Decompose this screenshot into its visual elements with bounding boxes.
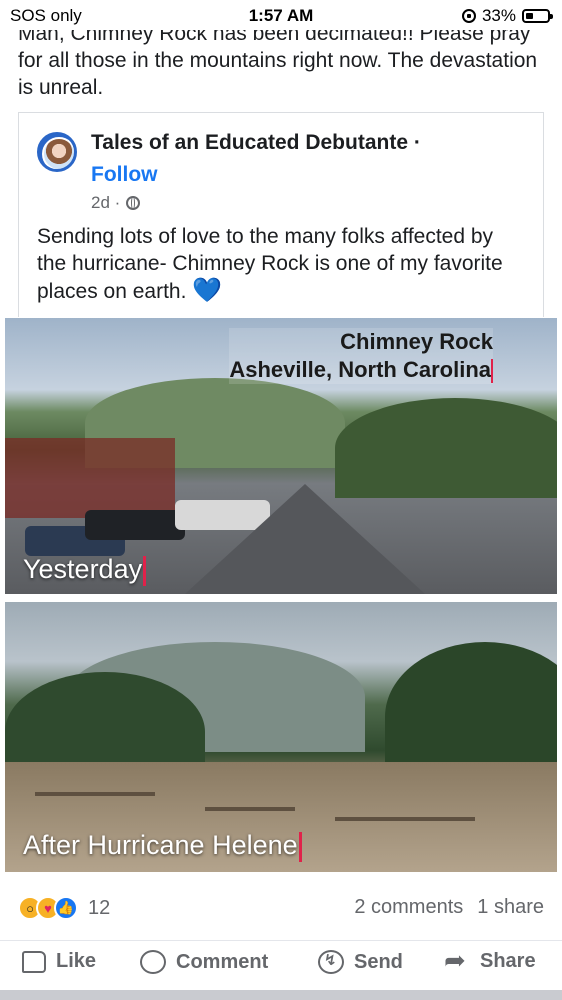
mountain-shape [335,398,557,498]
battery-percent: 33% [481,6,516,25]
shared-post-card[interactable]: Tales of an Educated Debutante · Follow … [18,112,544,317]
debris [335,817,475,821]
photo-title-line2: Asheville, North Carolina [229,357,491,382]
comment-button[interactable]: Comment [140,950,268,974]
reactions-summary[interactable]: ○ ♥ 👍 12 [18,896,110,920]
post-time[interactable]: 2d · [91,193,120,213]
photo-caption-after: After Hurricane Helene [23,830,302,862]
caption-text: After Hurricane Helene [23,830,298,860]
car-shape [85,510,185,540]
share-arrow-icon [444,945,470,976]
shared-post-text: Sending lots of love to the many folks a… [37,223,527,305]
comment-bubble-icon [140,950,166,974]
battery-icon [522,9,553,23]
post-text: Man, Chimney Rock has been decimated!! P… [18,22,538,99]
share-label: Share [480,950,536,972]
divider [0,940,562,941]
status-bar: SOS only 1:57 AM 33% [0,0,562,30]
shares-count[interactable]: 1 share [477,896,544,919]
photo-title: Chimney Rock Asheville, North Carolina [229,328,493,384]
caption-text: Yesterday [23,554,143,584]
like-label: Like [56,950,97,972]
follow-button[interactable]: Follow [91,163,158,187]
status-icons: 33% [461,6,553,26]
bottom-separator [0,990,562,1000]
blue-heart-emoji: 💙 [192,277,223,304]
page-name[interactable]: Tales of an Educated Debutante · [91,131,421,155]
photo-caption-yesterday: Yesterday [23,554,147,586]
page-avatar[interactable] [37,132,77,172]
reaction-count: 12 [88,896,111,919]
shared-post-body: Sending lots of love to the many folks a… [37,225,503,303]
comments-count[interactable]: 2 comments [354,896,463,919]
send-button[interactable]: Send [318,950,403,974]
post-meta: 2d · [91,193,141,213]
like-button[interactable]: Like [22,950,96,973]
messenger-icon [318,950,344,974]
road [185,484,425,594]
debris [35,792,155,796]
debris [205,807,295,811]
action-bar: Like Comment Send Share [0,942,562,986]
share-button[interactable]: Share [444,945,536,976]
storefronts [5,438,175,518]
photo-after[interactable]: After Hurricane Helene [5,602,557,872]
thumbs-up-icon [22,950,46,973]
send-label: Send [354,950,403,973]
engagement-counts: 2 comments 1 share [354,896,544,919]
photo-title-line1: Chimney Rock [340,329,493,354]
globe-icon [126,196,141,210]
photo-before[interactable]: Chimney Rock Asheville, North Carolina Y… [5,318,557,594]
comment-label: Comment [176,950,269,973]
like-icon: 👍 [54,896,78,920]
orientation-lock-icon [461,9,476,23]
